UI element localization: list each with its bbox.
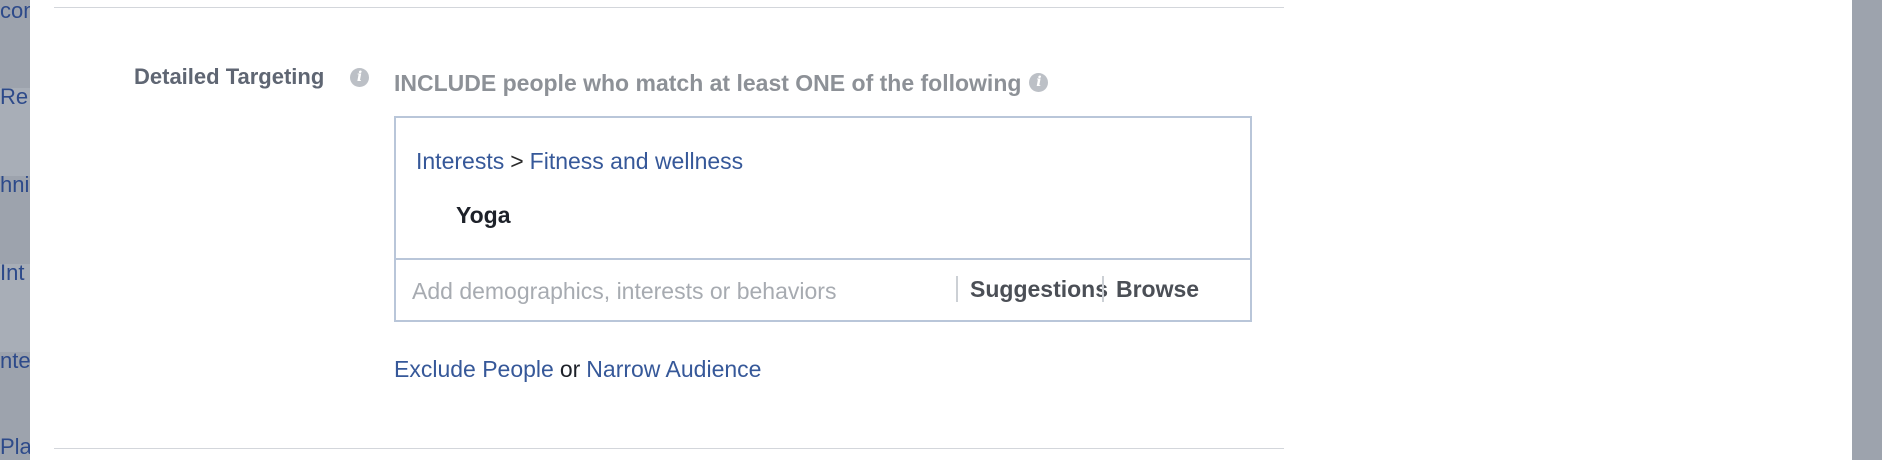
background-text: Re [0, 84, 29, 109]
breadcrumb-separator: > [510, 148, 524, 174]
narrow-audience-link[interactable]: Narrow Audience [586, 356, 761, 382]
search-row: Suggestions Browse [396, 258, 1250, 320]
audience-modal: Detailed Targeting i INCLUDE people who … [30, 0, 1852, 460]
browse-button[interactable]: Browse [1116, 276, 1199, 303]
divider [54, 7, 1284, 8]
include-text: INCLUDE people who match at least ONE of… [394, 70, 1022, 96]
info-icon[interactable]: i [1029, 73, 1049, 93]
divider [956, 276, 958, 302]
background-text: nte [0, 348, 31, 373]
targeting-box: Interests>Fitness and wellness Yoga Sugg… [394, 116, 1252, 322]
include-heading: INCLUDE people who match at least ONE of… [394, 70, 1049, 97]
background-right [1852, 0, 1882, 460]
breadcrumb-fitness[interactable]: Fitness and wellness [530, 148, 744, 174]
or-text: or [559, 356, 581, 382]
breadcrumb: Interests > Fitness and wellness [416, 148, 743, 175]
divider [54, 448, 1284, 449]
breadcrumb-interests[interactable]: Interests [416, 148, 504, 174]
targeting-search-input[interactable] [410, 272, 934, 310]
info-icon[interactable]: i [350, 68, 369, 87]
selected-interest-yoga[interactable]: Yoga [456, 202, 511, 229]
background-text: hni [0, 172, 30, 197]
background-text: Int [0, 260, 25, 285]
exclude-people-link[interactable]: Exclude People [394, 356, 554, 382]
audience-links: Exclude People or Narrow Audience [394, 356, 761, 383]
divider [1102, 276, 1104, 302]
suggestions-button[interactable]: Suggestions [970, 276, 1108, 303]
detailed-targeting-label: Detailed Targeting [134, 64, 325, 89]
